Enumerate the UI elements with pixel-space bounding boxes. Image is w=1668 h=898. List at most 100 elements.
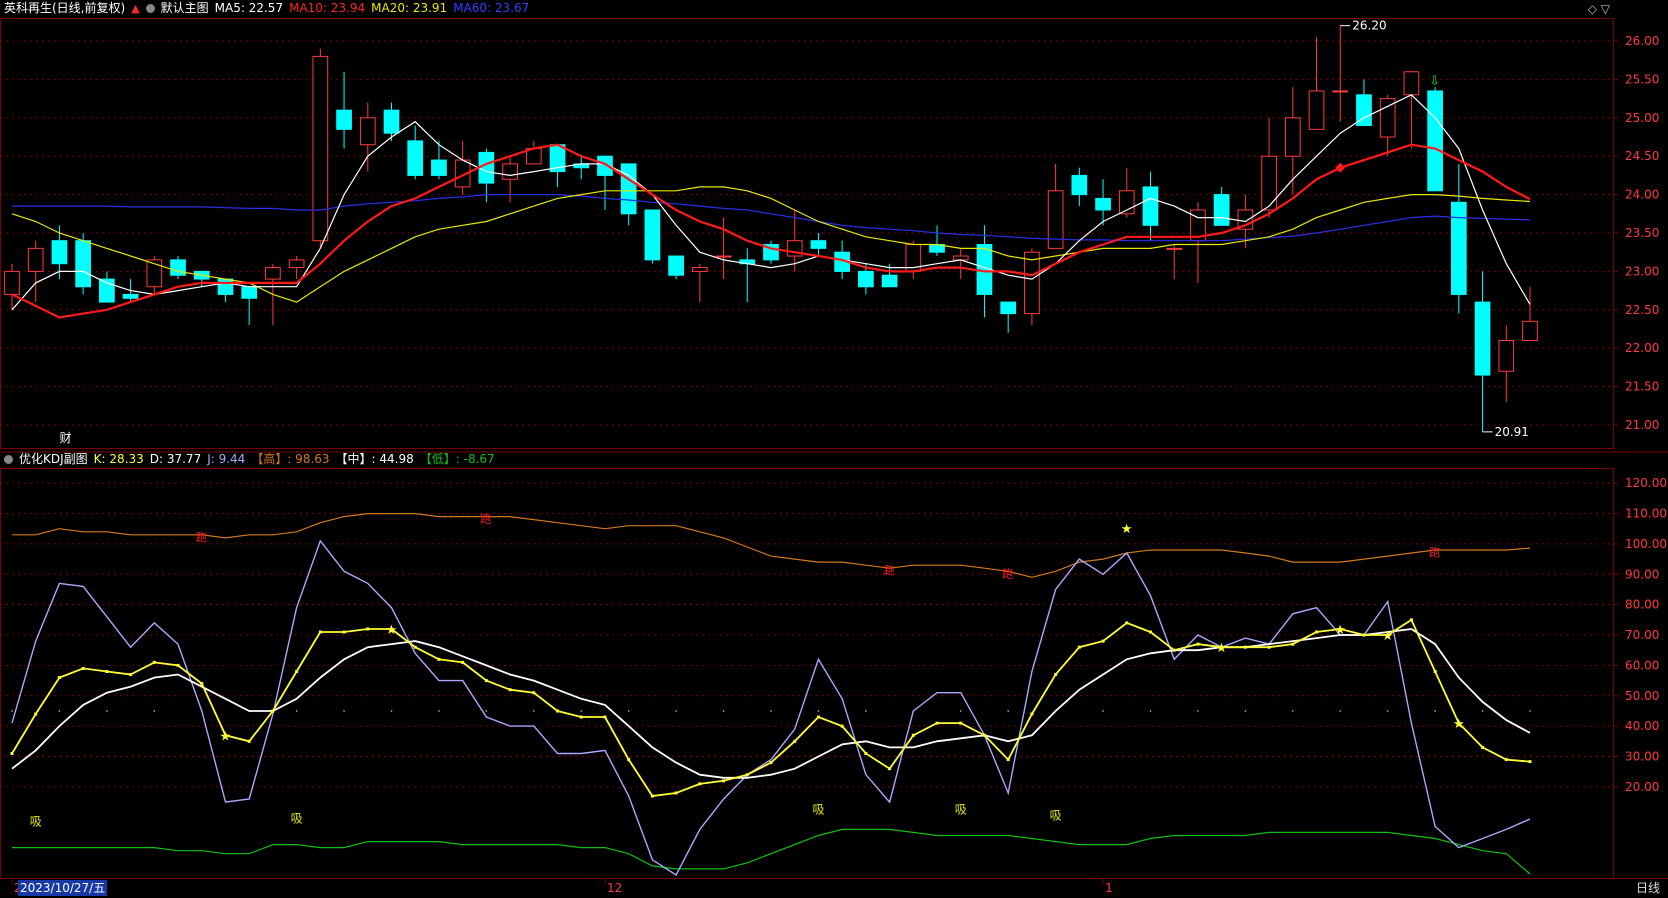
candle bbox=[573, 156, 590, 180]
candle bbox=[549, 144, 566, 187]
kdj-tick-label: 90.00 bbox=[1625, 567, 1659, 581]
kdj-k-point bbox=[81, 666, 85, 670]
kdj-k-point bbox=[1030, 712, 1034, 716]
candle-body bbox=[1450, 201, 1467, 295]
kdj-mid-dot bbox=[1529, 710, 1531, 712]
kdj-name[interactable]: 优化KDJ副图 bbox=[19, 452, 88, 466]
arrow-up-icon[interactable]: ▲ bbox=[131, 2, 139, 15]
kdj-tick-label: 110.00 bbox=[1625, 507, 1667, 521]
kdj-k-point bbox=[1125, 621, 1129, 625]
kdj-k-point bbox=[959, 721, 963, 725]
price-tick-label: 23.00 bbox=[1625, 264, 1659, 278]
price-tick-label: 25.50 bbox=[1625, 72, 1659, 86]
candle bbox=[502, 156, 518, 203]
kdj-k-point bbox=[105, 669, 109, 673]
kdj-tick-label: 120.00 bbox=[1625, 476, 1667, 490]
candle-body bbox=[1261, 155, 1277, 211]
candle-body bbox=[810, 240, 827, 249]
low-value: 【低】: -8.67 bbox=[419, 452, 495, 466]
kdj-d-line bbox=[11, 628, 1531, 779]
candle bbox=[336, 71, 352, 149]
kdj-mid-dot bbox=[959, 710, 962, 712]
kdj-star-icon: ★ bbox=[1382, 629, 1394, 644]
stock-title[interactable]: 英科再生(日线,前复权) bbox=[4, 1, 125, 15]
candle bbox=[359, 102, 376, 172]
candle-body bbox=[715, 255, 732, 258]
max-price-label: 26.20 bbox=[1352, 19, 1386, 33]
kdj-k-point bbox=[579, 715, 583, 719]
kdj-k-point bbox=[982, 733, 986, 737]
kdj-k-point bbox=[1362, 633, 1366, 637]
candle bbox=[525, 140, 542, 165]
ma10-value: MA10: 23.94 bbox=[289, 1, 366, 15]
candle-body bbox=[1024, 251, 1040, 315]
kdj-low-line bbox=[12, 828, 1531, 875]
xi-signal-label: 吸 bbox=[812, 802, 824, 816]
kdj-k-point bbox=[935, 721, 939, 725]
candle-body bbox=[51, 240, 68, 265]
kdj-k-point bbox=[342, 630, 346, 634]
candle-body bbox=[1095, 197, 1111, 211]
kdj-k-point bbox=[911, 733, 915, 737]
kdj-star-icon: ★ bbox=[1453, 717, 1465, 732]
kdj-k-point bbox=[461, 660, 465, 664]
candle-body bbox=[383, 109, 400, 134]
cursor-date-label: 2023/10/27/五 bbox=[18, 880, 108, 896]
kdj-k-point bbox=[816, 715, 820, 719]
candle-body bbox=[644, 209, 661, 261]
kdj-k-point bbox=[200, 682, 204, 686]
kdj-k-point bbox=[698, 782, 702, 786]
candle bbox=[952, 248, 969, 280]
kdj-mid-dot bbox=[1197, 710, 1199, 712]
kdj-mid-dot bbox=[11, 710, 13, 712]
kdj-mid-dot bbox=[295, 710, 298, 712]
kline-chart[interactable]: 21.00 21.50 22.00 22.50 23.00 23.50 24.00 24.50… bbox=[0, 0, 1668, 898]
kdj-k-point bbox=[793, 739, 797, 743]
candle-body bbox=[1213, 194, 1230, 226]
candle bbox=[1427, 87, 1443, 192]
kdj-k-point bbox=[1243, 645, 1247, 649]
kdj-k-point bbox=[176, 663, 180, 667]
candle bbox=[763, 240, 779, 264]
kdj-mid-dot bbox=[485, 710, 488, 712]
kdj-high-line bbox=[12, 512, 1531, 578]
candle-body bbox=[1332, 90, 1349, 93]
kdj-k-point bbox=[1409, 618, 1413, 622]
candle-body bbox=[312, 55, 329, 242]
period-label[interactable]: 日线 bbox=[1636, 879, 1660, 896]
kdj-mid-dot bbox=[1339, 710, 1342, 712]
kdj-mid-dot bbox=[1149, 710, 1152, 712]
kdj-k-point bbox=[674, 791, 678, 795]
kdj-k-point bbox=[318, 630, 322, 634]
price-tick-label: 21.00 bbox=[1625, 418, 1659, 432]
sell-arrow-icon: ⇩ bbox=[1429, 74, 1440, 89]
kdj-k-point bbox=[1077, 645, 1081, 649]
candle-body bbox=[241, 286, 258, 299]
signal-diamond-icon bbox=[1335, 162, 1346, 173]
main-chart-name[interactable]: 默认主图 bbox=[161, 1, 209, 15]
kdj-mid-dot bbox=[533, 710, 535, 712]
price-tick-label: 22.00 bbox=[1625, 341, 1659, 355]
pao-signal-label: 跑 bbox=[196, 530, 207, 544]
kdj-mid-dot bbox=[580, 710, 583, 712]
candle bbox=[905, 240, 922, 280]
candle bbox=[1498, 325, 1515, 402]
candle bbox=[644, 209, 661, 264]
circle-settings-icon[interactable] bbox=[4, 455, 13, 464]
finance-marker: 财 bbox=[59, 431, 71, 445]
price-tick-label: 23.50 bbox=[1625, 226, 1659, 240]
candle-body bbox=[502, 163, 518, 180]
candle bbox=[929, 225, 945, 257]
kdj-k-point bbox=[888, 767, 892, 771]
candle-body bbox=[1522, 320, 1538, 341]
candle bbox=[288, 256, 305, 280]
kdj-k-point bbox=[1504, 758, 1508, 762]
xi-signal-label: 吸 bbox=[291, 812, 303, 826]
circle-settings-icon[interactable] bbox=[145, 4, 155, 13]
diamond-icon[interactable]: ◇ ▽ bbox=[1588, 2, 1610, 16]
kdj-k-point bbox=[295, 669, 299, 673]
kdj-chart-header: 优化KDJ副图 K: 28.33 D: 37.77 J: 9.44 【高】: 98.63… bbox=[4, 450, 501, 468]
kdj-mid-dot bbox=[390, 710, 393, 712]
kdj-mid-dot bbox=[58, 710, 61, 712]
candle bbox=[1261, 117, 1277, 218]
